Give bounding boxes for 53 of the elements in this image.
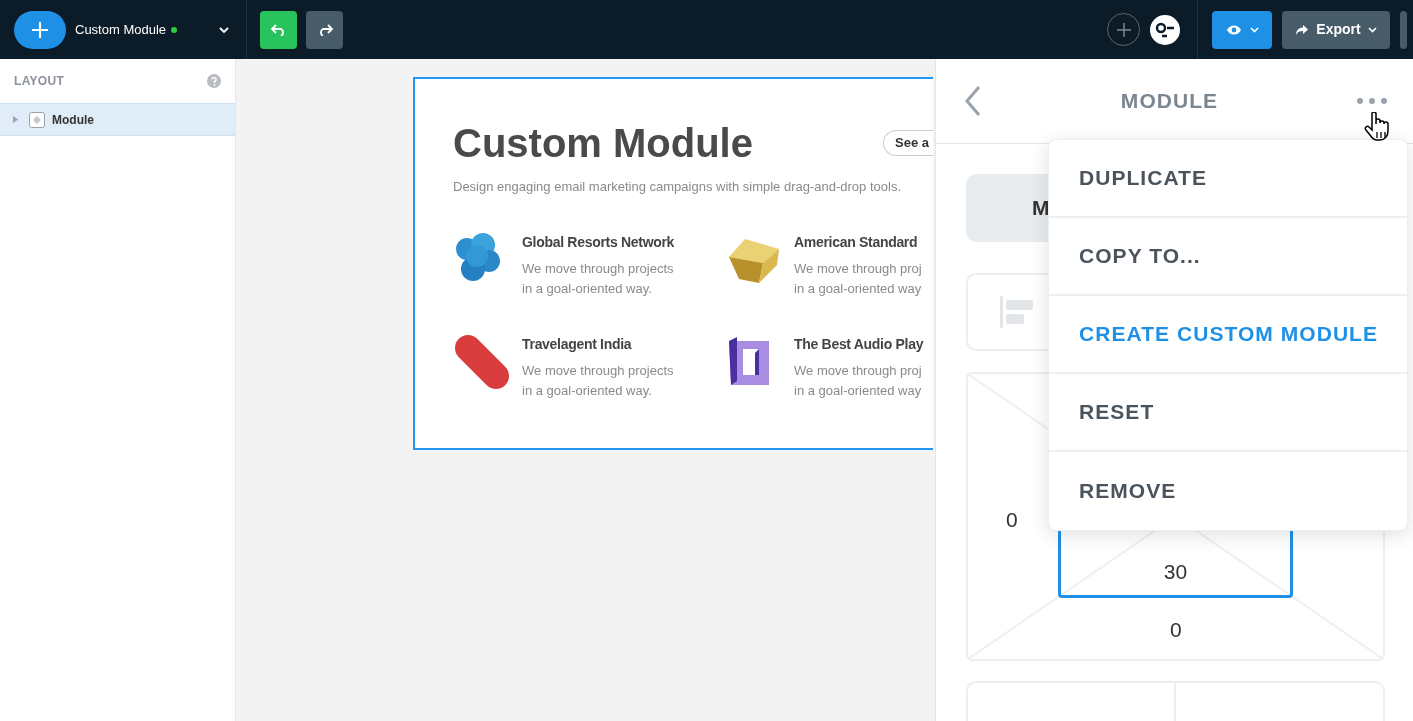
chevron-left-icon [964, 85, 982, 117]
back-button[interactable] [964, 85, 982, 117]
feature-title: Global Resorts Network [522, 232, 675, 252]
project-name: Custom Module [75, 20, 167, 39]
chevron-down-icon [1249, 26, 1259, 33]
more-icon [1357, 98, 1387, 104]
module-icon [29, 111, 45, 128]
sidebar-title: LAYOUT [14, 73, 65, 90]
more-button[interactable] [1357, 98, 1387, 104]
menu-item[interactable]: REMOVE [1049, 452, 1407, 530]
menu-item[interactable]: COPY TO... [1049, 218, 1407, 296]
blob-shape-icon [456, 232, 500, 281]
scroll-handle [1400, 10, 1407, 49]
preview-button[interactable] [1212, 10, 1272, 49]
frame-shape-icon [729, 336, 769, 385]
feature-title: Travelagent India [522, 334, 633, 354]
chevron-down-icon [219, 26, 229, 33]
module-title: Custom Module [453, 123, 753, 163]
feature-text: in a goal-oriented way. [522, 279, 653, 298]
plus-icon [1115, 21, 1132, 38]
tab-label: M [1032, 195, 1050, 222]
feature-title: American Standard [794, 232, 919, 252]
eye-icon [1225, 23, 1242, 36]
user-icon [1155, 21, 1175, 38]
add-button[interactable] [14, 10, 66, 49]
share-arrow-icon [1295, 23, 1310, 36]
margin-value: 0 [1170, 617, 1182, 643]
feature-text: We move through projects [522, 259, 675, 278]
export-button[interactable]: Export [1282, 10, 1390, 49]
expand-arrow-icon [13, 116, 18, 123]
plus-icon [31, 20, 49, 39]
capsule-shape-icon [455, 334, 509, 389]
module-description: Design engaging email marketing campaigns with simple drag-and-drop tools. [453, 178, 902, 196]
padding-value: 30 [1163, 558, 1188, 585]
undo-icon [270, 23, 287, 36]
margin-value: 0 [1006, 507, 1018, 533]
redo-button[interactable] [306, 10, 343, 49]
chevron-down-icon [1367, 26, 1377, 33]
undo-button[interactable] [260, 10, 297, 49]
layer-item[interactable]: Module [0, 103, 235, 136]
menu-item[interactable]: RESET [1049, 374, 1407, 452]
feature-text: We move through proj [794, 259, 922, 278]
feature-title: The Best Audio Play [794, 334, 924, 354]
panel-title: MODULE [1119, 88, 1220, 115]
feature-text: We move through proj [794, 361, 923, 380]
align-left-icon [1000, 296, 1033, 328]
avatar-button[interactable] [1150, 14, 1180, 45]
menu-item[interactable]: DUPLICATE [1049, 140, 1407, 218]
feature-text: in a goal-oriented way [794, 381, 923, 400]
feature-text: in a goal-oriented way [794, 279, 922, 298]
cube-shape-icon [729, 238, 779, 283]
feature-text: We move through projects [522, 361, 674, 380]
feature-text: in a goal-oriented way. [522, 381, 653, 400]
